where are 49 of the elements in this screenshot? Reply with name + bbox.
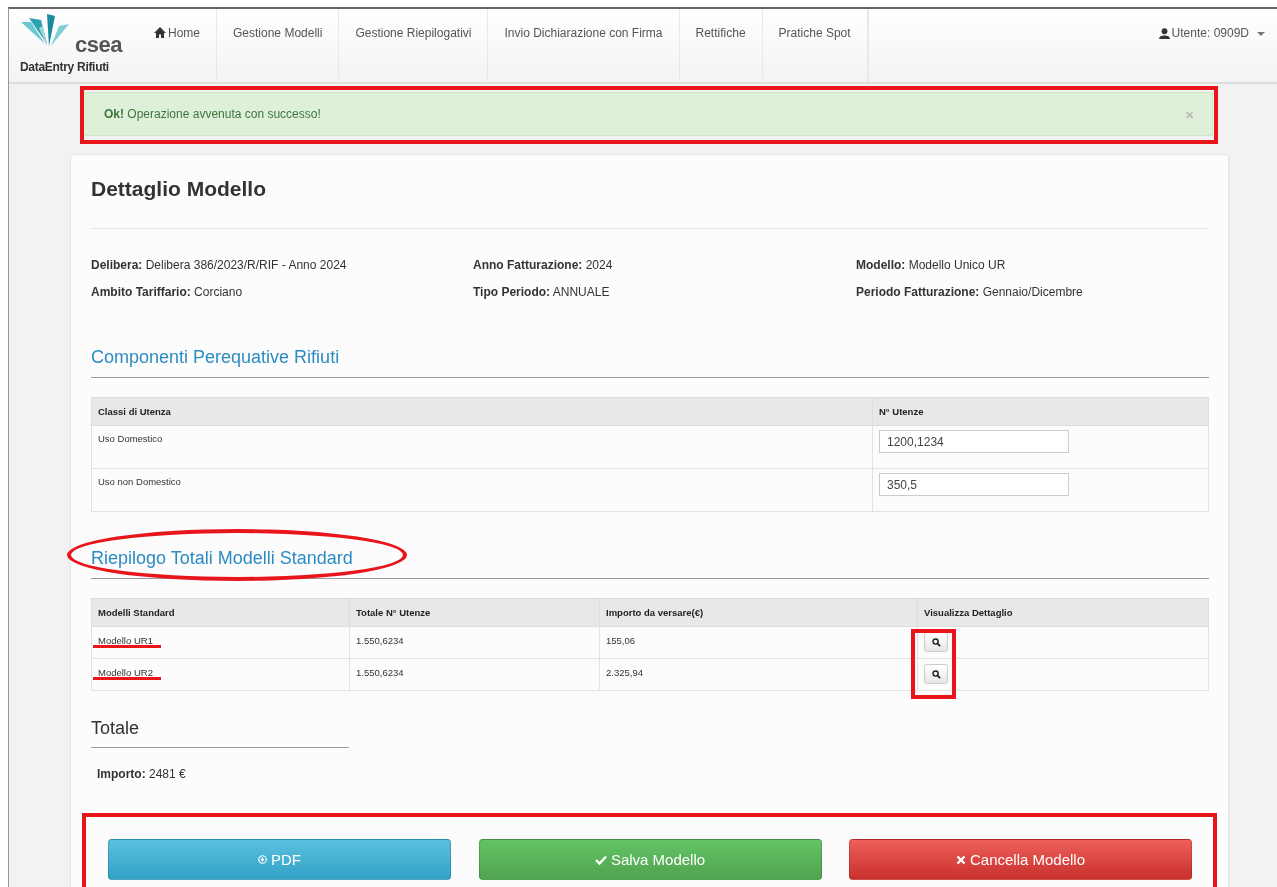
total-heading: Totale (91, 718, 141, 739)
nav-link[interactable]: Home (135, 9, 217, 82)
close-icon (955, 854, 966, 865)
info-field: Tipo Periodo: ANNUALE (473, 285, 856, 299)
caret-icon (1257, 32, 1265, 36)
user-menu[interactable]: Utente: 0909D (1158, 9, 1277, 82)
nav-link[interactable]: Rettifiche (679, 9, 763, 82)
input-field[interactable]: 350,5 (879, 473, 1069, 496)
total-amount: Importo: 2481 € (97, 767, 187, 781)
section-heading: Componenti Perequative Rifiuti (91, 347, 341, 368)
search-button[interactable] (924, 664, 948, 684)
column-header: Visualizza Dettaglio (917, 598, 1209, 627)
table-cell: 155,06 (599, 626, 918, 659)
info-field: Delibera: Delibera 386/2023/R/RIF - Anno 2024 (91, 258, 473, 272)
underline-mark (93, 645, 161, 648)
info-field: Ambito Tariffario: Corciano (91, 285, 473, 299)
check-icon (594, 854, 607, 865)
nav-link[interactable]: Pratiche Spot (762, 9, 868, 82)
column-header: Importo da versare(€) (599, 598, 918, 627)
info-field: Periodo Fatturazione: Gennaio/Dicembre (856, 285, 1209, 299)
user-icon (1158, 28, 1170, 39)
table-cell: 1.550,6234 (349, 626, 600, 659)
table-cell: Uso Domestico (91, 425, 873, 469)
search-icon (931, 637, 941, 647)
column-header: Totale N° Utenze (349, 598, 600, 627)
input-field[interactable]: 1200,1234 (879, 430, 1069, 453)
underline-mark (93, 677, 161, 680)
column-header: Classi di Utenza (91, 397, 873, 426)
highlight-frame (911, 629, 956, 699)
page-title: Dettaglio Modello (91, 177, 267, 201)
column-header: Modelli Standard (91, 598, 350, 627)
delete-button[interactable]: Cancella Modello (849, 839, 1192, 880)
table-cell: 1.550,6234 (349, 658, 600, 691)
table-cell: Uso non Domestico (91, 468, 873, 512)
logo-name: csea (75, 32, 122, 58)
info-field: Modello: Modello Unico UR (856, 258, 1209, 272)
nav-link[interactable]: Invio Dichiarazione con Firma (488, 9, 680, 82)
alert-message: Ok! Operazione avvenuta con successo! (104, 107, 321, 121)
search-button[interactable] (924, 632, 948, 652)
nav-link[interactable]: Gestione Riepilogativi (339, 9, 489, 82)
section-heading: Riepilogo Totali Modelli Standard (91, 548, 354, 569)
download-icon (258, 855, 267, 864)
nav-link[interactable]: Gestione Modelli (217, 9, 340, 82)
home-icon (154, 27, 166, 38)
logo-subtitle: DataEntry Rifiuti (20, 60, 109, 74)
column-header: N° Utenze (872, 397, 1209, 426)
table-cell: 2.325,94 (599, 658, 918, 691)
search-icon (931, 669, 941, 679)
info-field: Anno Fatturazione: 2024 (473, 258, 856, 272)
